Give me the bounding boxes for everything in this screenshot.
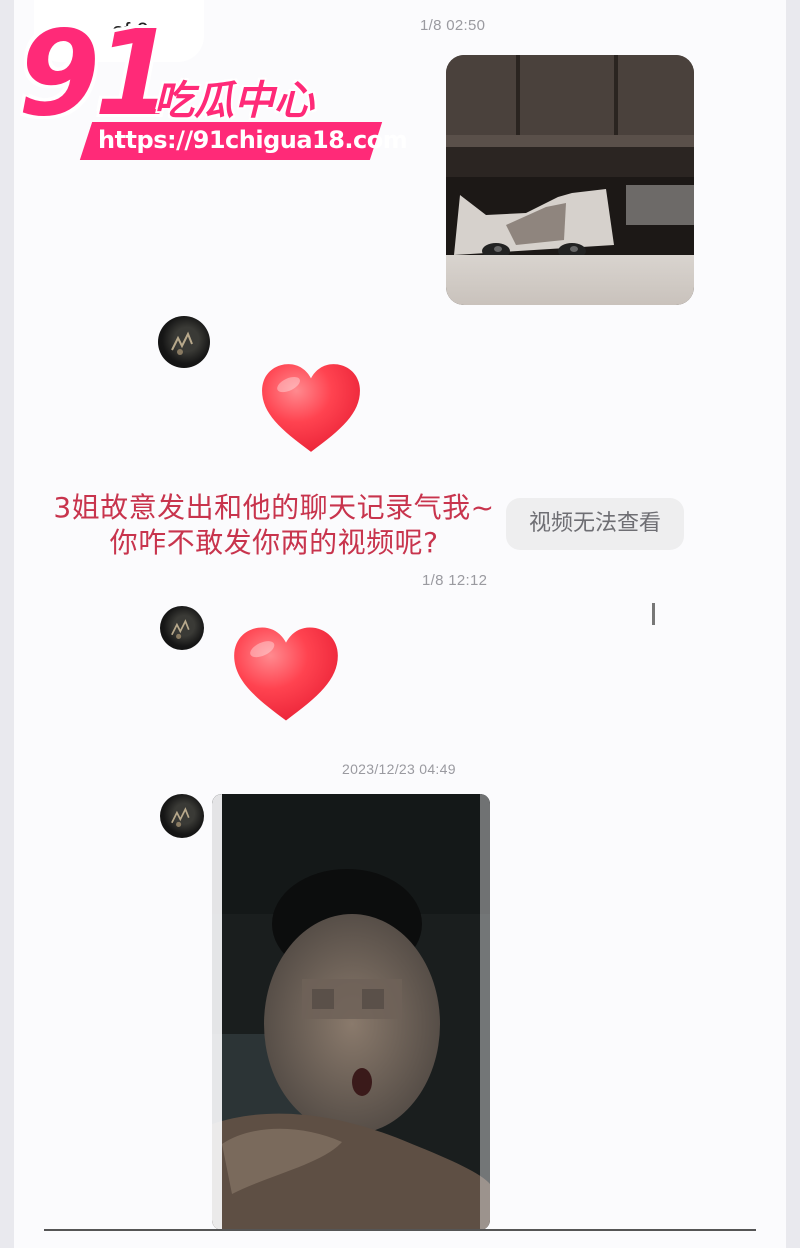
cat-photo (446, 55, 694, 305)
censored-photo (212, 794, 490, 1230)
chat-screen: of 0 1/8 02:50 3姐故意发出和他的聊天记录气我~ 你咋不敢发你两的… (14, 0, 786, 1248)
message-timestamp: 2023/12/23 04:49 (342, 761, 456, 777)
overlay-caption-line-1: 3姐故意发出和他的聊天记录气我~ (53, 491, 495, 524)
bottom-divider (44, 1229, 756, 1231)
contact-avatar[interactable] (160, 606, 204, 650)
avatar-icon (171, 619, 190, 639)
watermark-url: https://91chigua18.com (98, 126, 408, 154)
watermark-title: 吃瓜中心 (154, 78, 314, 124)
contact-avatar[interactable] (158, 316, 210, 368)
message-timestamp: 1/8 12:12 (422, 572, 488, 589)
avatar-icon (171, 331, 193, 355)
watermark-logo: 91 吃瓜中心 https://91chigua18.com (14, 4, 408, 160)
heart-icon (234, 627, 338, 721)
received-image-photo[interactable] (212, 794, 490, 1230)
sent-image-cat[interactable] (446, 55, 694, 305)
scroll-indicator (652, 603, 655, 625)
contact-avatar[interactable] (160, 794, 204, 838)
avatar-icon (171, 807, 190, 827)
heart-icon (262, 364, 360, 452)
video-unavailable-notice[interactable]: 视频无法查看 (506, 498, 684, 550)
message-timestamp: 1/8 02:50 (420, 17, 486, 34)
overlay-caption-line-2: 你咋不敢发你两的视频呢? (109, 526, 439, 559)
